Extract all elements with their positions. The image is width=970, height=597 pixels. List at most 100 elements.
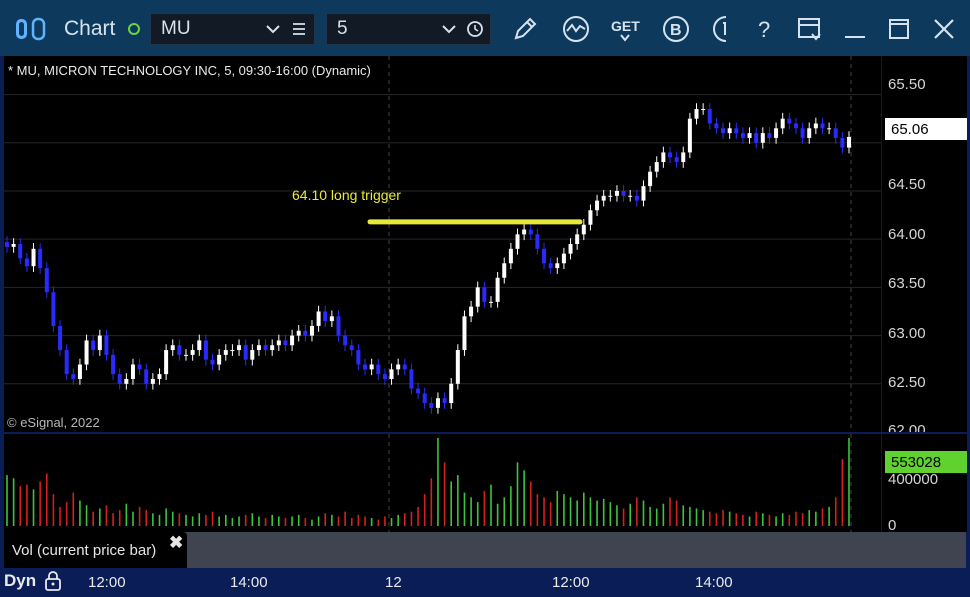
candle-body xyxy=(694,109,699,119)
chevron-down-icon[interactable] xyxy=(264,20,282,38)
candle-body xyxy=(376,364,381,375)
volume-bar xyxy=(821,508,824,526)
volume-bar xyxy=(218,516,220,526)
volume-bar xyxy=(715,513,718,526)
volume-bar xyxy=(848,438,850,526)
volume-bar xyxy=(350,518,353,526)
candle-body xyxy=(263,345,268,351)
app-logo-icon xyxy=(14,17,50,41)
volume-bar xyxy=(244,514,247,526)
candle-body xyxy=(727,128,732,134)
candle-body xyxy=(44,268,49,293)
volume-bar xyxy=(171,511,174,526)
close-icon[interactable] xyxy=(929,14,959,44)
candle-body xyxy=(681,152,686,163)
candle-body xyxy=(827,128,832,130)
volume-bar xyxy=(138,506,141,526)
volume-bar xyxy=(26,484,28,526)
candle-body xyxy=(800,128,805,138)
volume-bar xyxy=(801,513,804,526)
close-icon[interactable]: ✖ xyxy=(169,533,183,553)
price-axis-label: 64.00 xyxy=(888,226,926,243)
candle-body xyxy=(217,354,222,365)
volume-bar xyxy=(331,514,333,526)
volume-bar xyxy=(178,513,181,526)
volume-bar xyxy=(191,516,194,526)
volume-bar xyxy=(689,506,691,526)
candle-body xyxy=(847,136,851,148)
clock-icon[interactable] xyxy=(466,20,484,38)
volume-bar xyxy=(549,502,552,526)
candle-body xyxy=(634,195,639,201)
candle-body xyxy=(495,277,500,302)
minimize-icon[interactable] xyxy=(840,14,870,44)
volume-bar xyxy=(457,475,459,526)
volume-panel-tab[interactable]: Vol (current price bar) ✖ xyxy=(4,532,187,568)
pencil-icon[interactable] xyxy=(510,14,540,44)
candle-body xyxy=(24,258,29,267)
volume-bar xyxy=(19,486,22,526)
candle-body xyxy=(71,374,76,379)
volume-bar xyxy=(364,516,366,526)
candle-body xyxy=(389,369,394,379)
candle-body xyxy=(455,350,460,384)
candle-body xyxy=(462,316,467,351)
volume-chart[interactable] xyxy=(4,434,881,532)
price-axis-label: 64.50 xyxy=(888,176,926,193)
candle-body xyxy=(621,190,626,196)
volume-bar xyxy=(828,506,830,526)
help-icon[interactable]: ? xyxy=(751,14,781,44)
time-axis[interactable]: Dyn 12:00 14:00 12 12:00 14:00 xyxy=(0,568,970,595)
volume-bar xyxy=(748,516,751,526)
candle-body xyxy=(502,263,507,278)
chevron-down-icon[interactable] xyxy=(440,20,458,38)
bold-b-icon[interactable]: B xyxy=(661,14,691,44)
price-chart-canvas[interactable] xyxy=(4,56,881,432)
timer-icon[interactable] xyxy=(708,14,738,44)
candle-body xyxy=(469,306,474,317)
symbol-selector[interactable]: MU xyxy=(150,13,315,45)
price-chart[interactable]: * MU, MICRON TECHNOLOGY INC, 5, 09:30-16… xyxy=(4,56,881,432)
candle-body xyxy=(223,350,228,355)
volume-bar xyxy=(423,494,426,526)
candle-body xyxy=(807,128,812,138)
volume-bar xyxy=(516,462,519,526)
candle-body xyxy=(721,128,726,134)
candle-body xyxy=(77,364,82,379)
candle-body xyxy=(396,364,401,370)
volume-chart-canvas[interactable] xyxy=(4,434,881,532)
menu-lines-icon[interactable] xyxy=(290,20,308,38)
candle-body xyxy=(555,263,560,269)
interval-value: 5 xyxy=(337,18,348,39)
volume-bar xyxy=(52,494,55,526)
candle-body xyxy=(177,345,182,355)
study-icon[interactable] xyxy=(561,14,591,44)
candle-body xyxy=(687,118,692,153)
volume-bar xyxy=(662,503,665,526)
candle-body xyxy=(230,350,235,352)
volume-bar xyxy=(112,513,114,526)
dynamic-mode-label[interactable]: Dyn xyxy=(4,571,36,591)
candle-body xyxy=(184,354,189,356)
volume-bar xyxy=(32,489,35,526)
maximize-icon[interactable] xyxy=(884,14,914,44)
volume-bar xyxy=(390,518,393,526)
volume-bar xyxy=(722,510,724,526)
volume-bar xyxy=(815,511,817,526)
interval-selector[interactable]: 5 xyxy=(326,13,491,45)
window-title: Chart xyxy=(64,17,116,40)
volume-bar xyxy=(728,511,731,526)
get-data-button[interactable]: GET xyxy=(610,14,640,44)
candle-body xyxy=(608,195,613,197)
last-volume-tag: 553028 xyxy=(885,451,967,473)
volume-bar xyxy=(337,516,340,526)
volume-bar xyxy=(324,513,327,526)
lock-icon[interactable] xyxy=(43,570,63,592)
candle-body xyxy=(356,350,361,365)
volume-bar xyxy=(708,511,711,526)
svg-text:?: ? xyxy=(758,17,770,42)
price-axis[interactable]: 65.50 64.50 64.00 63.50 63.00 62.50 62.0… xyxy=(881,56,967,432)
volume-bar xyxy=(85,505,88,526)
candle-body xyxy=(793,123,798,129)
page-menu-icon[interactable] xyxy=(795,14,825,44)
